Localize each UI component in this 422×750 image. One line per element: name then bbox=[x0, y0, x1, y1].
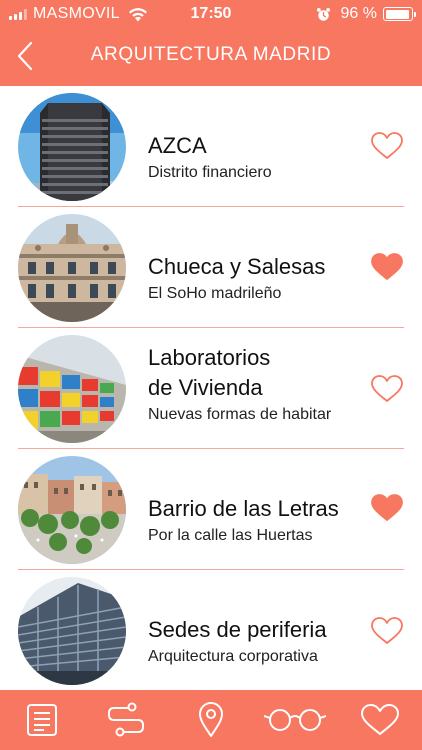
battery-percent: 96 % bbox=[340, 5, 377, 22]
chueca-text: Chueca y Salesas El SoHo madrileño bbox=[148, 253, 352, 305]
list-item-chueca[interactable]: Chueca y Salesas El SoHo madrileño bbox=[0, 207, 422, 328]
tab-favorites[interactable] bbox=[358, 700, 402, 740]
page-title: ARQUITECTURA MADRID bbox=[90, 44, 332, 65]
route-subtitle: El SoHo madrileño bbox=[148, 285, 282, 302]
tab-bar bbox=[0, 690, 422, 750]
battery-icon bbox=[383, 7, 416, 21]
chueca-image bbox=[18, 214, 126, 322]
list-item-sedes-periferia[interactable]: Sedes de periferia Arquitectura corporat… bbox=[0, 570, 422, 690]
route-subtitle: Nuevas formas de habitar bbox=[148, 406, 332, 423]
list-icon bbox=[27, 704, 57, 736]
map-pin-icon bbox=[199, 702, 223, 737]
nav-bar: ARQUITECTURA MADRID bbox=[0, 30, 422, 86]
barrio-letras-text: Barrio de las Letras Por la calle las Hu… bbox=[148, 495, 352, 547]
favorite-heart-filled-icon[interactable] bbox=[370, 252, 404, 282]
favorite-heart-icon[interactable] bbox=[370, 131, 404, 161]
route-icon bbox=[108, 702, 144, 737]
route-title: Sedes de periferia bbox=[148, 617, 327, 642]
tab-route[interactable] bbox=[104, 700, 148, 740]
route-subtitle: Arquitectura corporativa bbox=[148, 648, 318, 665]
route-title-line2: de Vivienda bbox=[148, 375, 263, 400]
barrio-letras-image bbox=[18, 456, 126, 564]
route-subtitle: Distrito financiero bbox=[148, 164, 272, 181]
favorite-heart-filled-icon[interactable] bbox=[370, 493, 404, 523]
laboratorios-image bbox=[18, 335, 126, 443]
list-item-laboratorios[interactable]: Laboratorios de Vivienda Nuevas formas d… bbox=[0, 328, 422, 449]
tab-list[interactable] bbox=[22, 700, 62, 740]
favorite-heart-icon[interactable] bbox=[370, 616, 404, 646]
route-list: AZCA Distrito financiero Chueca y Salesa… bbox=[0, 86, 422, 690]
route-title: AZCA bbox=[148, 133, 207, 158]
status-bar: MASMOVIL 17:50 96 % bbox=[0, 0, 422, 30]
tab-glasses[interactable] bbox=[262, 700, 328, 740]
route-title-line1: Laboratorios bbox=[148, 345, 271, 370]
status-right: 96 % bbox=[316, 5, 416, 23]
tab-map[interactable] bbox=[192, 700, 230, 740]
favorite-heart-icon[interactable] bbox=[370, 374, 404, 404]
sedes-periferia-text: Sedes de periferia Arquitectura corporat… bbox=[148, 616, 352, 668]
list-item-barrio-letras[interactable]: Barrio de las Letras Por la calle las Hu… bbox=[0, 449, 422, 570]
route-title: Chueca y Salesas bbox=[148, 254, 326, 279]
route-subtitle: Por la calle las Huertas bbox=[148, 527, 313, 544]
laboratorios-text: Laboratorios de Vivienda Nuevas formas d… bbox=[148, 344, 352, 426]
alarm-icon bbox=[316, 7, 330, 21]
azca-text: AZCA Distrito financiero bbox=[148, 132, 352, 184]
list-item-azca[interactable]: AZCA Distrito financiero bbox=[0, 86, 422, 207]
azca-image bbox=[18, 93, 126, 201]
glasses-icon bbox=[264, 709, 326, 731]
sedes-periferia-image bbox=[18, 577, 126, 685]
route-title: Barrio de las Letras bbox=[148, 496, 339, 521]
app-header: MASMOVIL 17:50 96 % ARQUITECTURA MADRID bbox=[0, 0, 422, 86]
heart-icon bbox=[361, 704, 399, 735]
